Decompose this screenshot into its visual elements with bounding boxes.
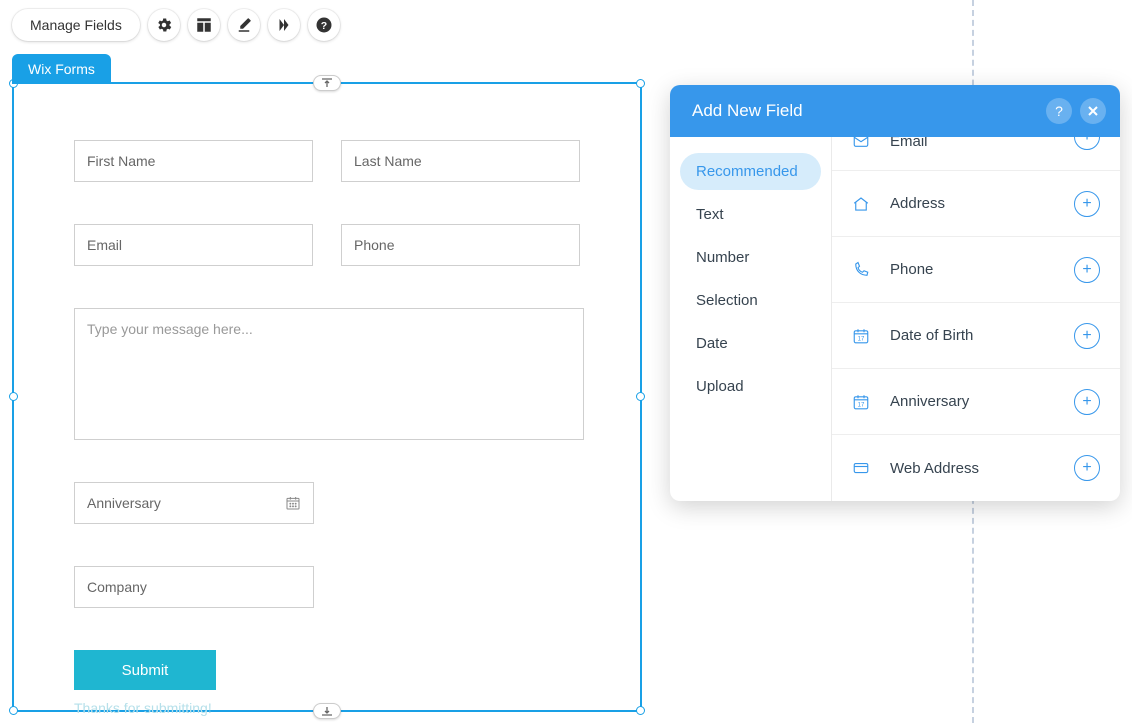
svg-text:17: 17: [858, 402, 865, 408]
field-option-email[interactable]: Email +: [832, 137, 1120, 171]
phone-icon: [852, 261, 870, 279]
panel-title: Add New Field: [692, 101, 1038, 121]
add-field-button[interactable]: +: [1074, 137, 1100, 150]
category-selection[interactable]: Selection: [680, 282, 821, 319]
placeholder: Type your message here...: [87, 321, 253, 337]
field-label: Date of Birth: [890, 327, 1054, 344]
message-field[interactable]: Type your message here...: [74, 308, 584, 440]
category-number[interactable]: Number: [680, 239, 821, 276]
add-field-button[interactable]: +: [1074, 323, 1100, 349]
phone-field[interactable]: Phone: [341, 224, 580, 266]
placeholder: First Name: [87, 153, 155, 169]
form-body: First Name Last Name Email Phone Type yo…: [14, 84, 640, 710]
add-field-panel: Add New Field ? Recommended Text Number …: [670, 85, 1120, 501]
category-recommended[interactable]: Recommended: [680, 153, 821, 190]
last-name-field[interactable]: Last Name: [341, 140, 580, 182]
panel-header: Add New Field ?: [670, 85, 1120, 137]
field-label: Web Address: [890, 460, 1054, 477]
help-button[interactable]: ?: [308, 9, 340, 41]
category-upload[interactable]: Upload: [680, 368, 821, 405]
field-label: Phone: [890, 261, 1054, 278]
card-icon: [852, 459, 870, 477]
gear-icon: [155, 16, 173, 34]
field-label: Email: [890, 137, 1054, 150]
panel-category-list: Recommended Text Number Selection Date U…: [670, 137, 832, 501]
help-icon: ?: [315, 16, 333, 34]
close-icon: [1087, 105, 1099, 117]
animation-button[interactable]: [268, 9, 300, 41]
svg-text:17: 17: [858, 336, 865, 342]
calendar-icon: [285, 495, 301, 511]
panel-help-button[interactable]: ?: [1046, 98, 1072, 124]
field-option-dob[interactable]: 17 Date of Birth +: [832, 303, 1120, 369]
placeholder: Phone: [354, 237, 394, 253]
manage-fields-button[interactable]: Manage Fields: [12, 9, 140, 41]
field-label: Address: [890, 195, 1054, 212]
layout-button[interactable]: [188, 9, 220, 41]
calendar-icon: 17: [852, 393, 870, 411]
home-icon: [852, 195, 870, 213]
form-selection-frame: First Name Last Name Email Phone Type yo…: [12, 82, 642, 712]
svg-text:?: ?: [321, 20, 327, 32]
add-field-button[interactable]: +: [1074, 389, 1100, 415]
placeholder: Company: [87, 579, 147, 595]
add-field-button[interactable]: +: [1074, 191, 1100, 217]
field-option-web[interactable]: Web Address +: [832, 435, 1120, 501]
animation-icon: [275, 16, 293, 34]
field-option-address[interactable]: Address +: [832, 171, 1120, 237]
submit-button[interactable]: Submit: [74, 650, 216, 690]
placeholder: Email: [87, 237, 122, 253]
category-text[interactable]: Text: [680, 196, 821, 233]
panel-field-list[interactable]: Email + Address + Phone + 17: [832, 137, 1120, 501]
first-name-field[interactable]: First Name: [74, 140, 313, 182]
layout-icon: [195, 16, 213, 34]
panel-close-button[interactable]: [1080, 98, 1106, 124]
calendar-icon: 17: [852, 327, 870, 345]
category-date[interactable]: Date: [680, 325, 821, 362]
add-field-button[interactable]: +: [1074, 257, 1100, 283]
brush-icon: [235, 16, 253, 34]
field-label: Anniversary: [890, 393, 1054, 410]
settings-button[interactable]: [148, 9, 180, 41]
email-field[interactable]: Email: [74, 224, 313, 266]
anniversary-field[interactable]: Anniversary: [74, 482, 314, 524]
toolbar: Manage Fields ?: [12, 9, 340, 41]
placeholder: Last Name: [354, 153, 422, 169]
envelope-icon: [852, 137, 870, 150]
field-option-anniversary[interactable]: 17 Anniversary +: [832, 369, 1120, 435]
company-field[interactable]: Company: [74, 566, 314, 608]
design-button[interactable]: [228, 9, 260, 41]
wix-forms-tab[interactable]: Wix Forms: [12, 54, 111, 84]
placeholder: Anniversary: [87, 495, 161, 511]
add-field-button[interactable]: +: [1074, 455, 1100, 481]
thanks-message: Thanks for submitting!: [74, 700, 580, 716]
field-option-phone[interactable]: Phone +: [832, 237, 1120, 303]
